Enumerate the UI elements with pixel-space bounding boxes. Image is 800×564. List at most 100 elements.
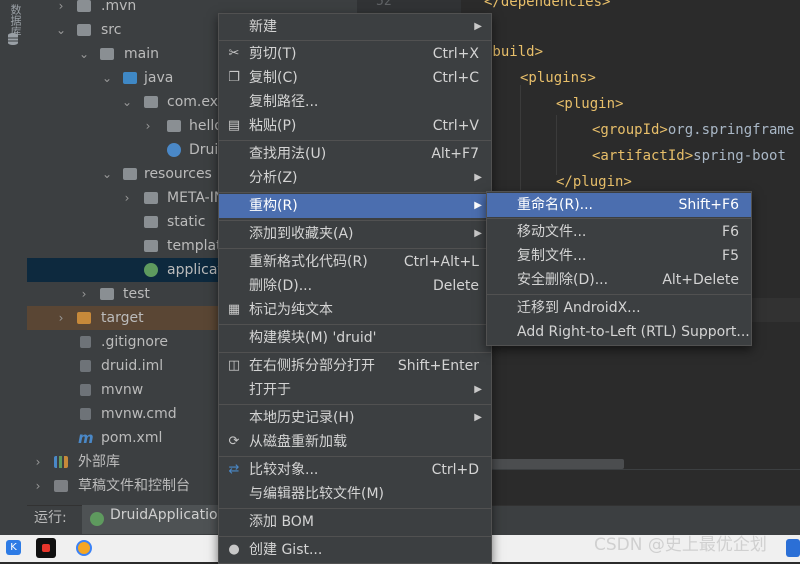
menu-separator bbox=[219, 508, 491, 509]
spring-boot-class-icon bbox=[167, 143, 181, 157]
script-file-icon bbox=[80, 384, 91, 396]
resources-folder-icon bbox=[123, 168, 137, 180]
submenu-arrow-icon: ▶ bbox=[474, 172, 482, 183]
chevron-down-icon[interactable]: ⌄ bbox=[120, 90, 134, 114]
editor-divider bbox=[491, 469, 800, 470]
excluded-folder-icon bbox=[77, 312, 91, 324]
watermark: CSDN @史上最优企划 bbox=[594, 535, 767, 555]
menu-item-safe-delete[interactable]: 安全删除(D)... Alt+Delete bbox=[487, 268, 751, 292]
folder-icon bbox=[77, 0, 91, 12]
menu-item-compare-with[interactable]: ⇄ 比较对象... Ctrl+D bbox=[219, 458, 491, 482]
scissors-icon: ✂ bbox=[228, 46, 240, 61]
menu-separator bbox=[219, 324, 491, 325]
menu-item-refactor[interactable]: 重构(R) ▶ bbox=[219, 194, 491, 218]
spring-config-icon bbox=[144, 263, 158, 277]
menu-item-reformat-code[interactable]: 重新格式化代码(R) Ctrl+Alt+L bbox=[219, 250, 491, 274]
chevron-right-icon[interactable]: › bbox=[141, 114, 155, 138]
menu-item-add-rtl-support[interactable]: Add Right-to-Left (RTL) Support... bbox=[487, 320, 751, 344]
menu-separator bbox=[487, 218, 751, 219]
file-icon bbox=[80, 336, 91, 348]
submenu-arrow-icon: ▶ bbox=[474, 384, 482, 395]
current-line-highlight bbox=[750, 298, 800, 322]
chevron-down-icon[interactable]: ⌄ bbox=[100, 162, 114, 186]
menu-separator bbox=[219, 248, 491, 249]
chevron-right-icon[interactable]: › bbox=[54, 306, 68, 330]
menu-separator bbox=[219, 140, 491, 141]
github-icon: ● bbox=[228, 542, 240, 557]
folder-icon bbox=[144, 192, 158, 204]
menu-separator bbox=[219, 352, 491, 353]
indent-guide bbox=[520, 85, 521, 190]
menu-item-compare-with-editor[interactable]: 与编辑器比较文件(M) bbox=[219, 482, 491, 506]
menu-item-rename[interactable]: 重命名(R)... Shift+F6 bbox=[487, 193, 751, 217]
chevron-down-icon[interactable]: ⌄ bbox=[100, 66, 114, 90]
folder-icon bbox=[100, 288, 114, 300]
module-file-icon bbox=[80, 360, 91, 372]
package-icon bbox=[167, 120, 181, 132]
chevron-right-icon[interactable]: › bbox=[54, 0, 68, 18]
menu-item-paste[interactable]: ▤ 粘贴(P) Ctrl+V bbox=[219, 114, 491, 138]
code-line: <groupId>org.springframe bbox=[592, 122, 795, 138]
menu-item-local-history[interactable]: 本地历史记录(H) ▶ bbox=[219, 406, 491, 430]
file-icon bbox=[80, 408, 91, 420]
menu-item-analyze[interactable]: 分析(Z) ▶ bbox=[219, 166, 491, 190]
chevron-right-icon[interactable]: › bbox=[120, 186, 134, 210]
menu-item-copy-path[interactable]: 复制路径... bbox=[219, 90, 491, 114]
menu-item-add-bom[interactable]: 添加 BOM bbox=[219, 510, 491, 534]
chevron-right-icon[interactable]: › bbox=[31, 450, 45, 474]
menu-separator bbox=[219, 536, 491, 537]
chevron-right-icon[interactable]: › bbox=[77, 282, 91, 306]
menu-separator bbox=[219, 192, 491, 193]
line-number: 52 bbox=[376, 0, 392, 9]
menu-item-reload-from-disk[interactable]: ⟳ 从磁盘重新加载 bbox=[219, 430, 491, 454]
app-launcher-icon[interactable]: K bbox=[6, 540, 21, 555]
code-line: </dependencies> bbox=[484, 0, 611, 10]
source-folder-icon bbox=[123, 72, 137, 84]
context-menu: 新建 ▶ ✂ 剪切(T) Ctrl+X ❐ 复制(C) Ctrl+C 复制路径.… bbox=[218, 13, 492, 564]
menu-item-create-gist[interactable]: ● 创建 Gist... bbox=[219, 538, 491, 562]
maven-icon: m bbox=[78, 429, 94, 447]
compare-icon: ⇄ bbox=[228, 462, 240, 477]
menu-separator bbox=[219, 220, 491, 221]
menu-item-move-file[interactable]: 移动文件... F6 bbox=[487, 220, 751, 244]
menu-item-mark-plain-text[interactable]: ▦ 标记为纯文本 bbox=[219, 298, 491, 322]
menu-item-delete[interactable]: 删除(D)... Delete bbox=[219, 274, 491, 298]
menu-item-open-in[interactable]: 打开于 ▶ bbox=[219, 378, 491, 402]
code-line: <artifactId>spring-boot bbox=[592, 148, 786, 164]
code-line: </plugin> bbox=[556, 174, 632, 190]
menu-item-build-module[interactable]: 构建模块(M) 'druid' bbox=[219, 326, 491, 350]
menu-item-add-to-favorites[interactable]: 添加到收藏夹(A) ▶ bbox=[219, 222, 491, 246]
menu-item-open-split-right[interactable]: ◫ 在右侧拆分部分打开 Shift+Enter bbox=[219, 354, 491, 378]
menu-separator bbox=[487, 294, 751, 295]
editor-horizontal-scrollbar[interactable] bbox=[491, 459, 624, 469]
menu-item-cut[interactable]: ✂ 剪切(T) Ctrl+X bbox=[219, 42, 491, 66]
database-icon[interactable] bbox=[6, 32, 20, 46]
browser-taskbar-icon[interactable] bbox=[76, 540, 92, 556]
chevron-down-icon[interactable]: ⌄ bbox=[54, 18, 68, 42]
tool-window-strip bbox=[0, 0, 28, 535]
menu-item-new[interactable]: 新建 ▶ bbox=[219, 15, 491, 39]
scratches-icon bbox=[54, 480, 68, 492]
menu-item-copy[interactable]: ❐ 复制(C) Ctrl+C bbox=[219, 66, 491, 90]
menu-item-migrate-androidx[interactable]: 迁移到 AndroidX... bbox=[487, 296, 751, 320]
tray-icon[interactable] bbox=[786, 539, 800, 557]
menu-item-find-usages[interactable]: 查找用法(U) Alt+F7 bbox=[219, 142, 491, 166]
code-line: <plugins> bbox=[520, 70, 596, 86]
folder-icon bbox=[144, 240, 158, 252]
intellij-logo-mark bbox=[42, 544, 50, 552]
menu-item-copy-file[interactable]: 复制文件... F5 bbox=[487, 244, 751, 268]
folder-icon bbox=[100, 48, 114, 60]
code-line: <build> bbox=[484, 44, 544, 60]
menu-separator bbox=[219, 404, 491, 405]
library-icon bbox=[54, 456, 68, 468]
run-label: 运行: bbox=[34, 510, 67, 526]
chevron-down-icon[interactable]: ⌄ bbox=[77, 42, 91, 66]
folder-icon bbox=[77, 24, 91, 36]
package-icon bbox=[144, 96, 158, 108]
folder-icon bbox=[144, 216, 158, 228]
paste-icon: ▤ bbox=[227, 118, 241, 133]
copy-icon: ❐ bbox=[228, 70, 240, 85]
menu-separator bbox=[219, 456, 491, 457]
chevron-right-icon[interactable]: › bbox=[31, 474, 45, 498]
reload-icon: ⟳ bbox=[228, 434, 240, 449]
